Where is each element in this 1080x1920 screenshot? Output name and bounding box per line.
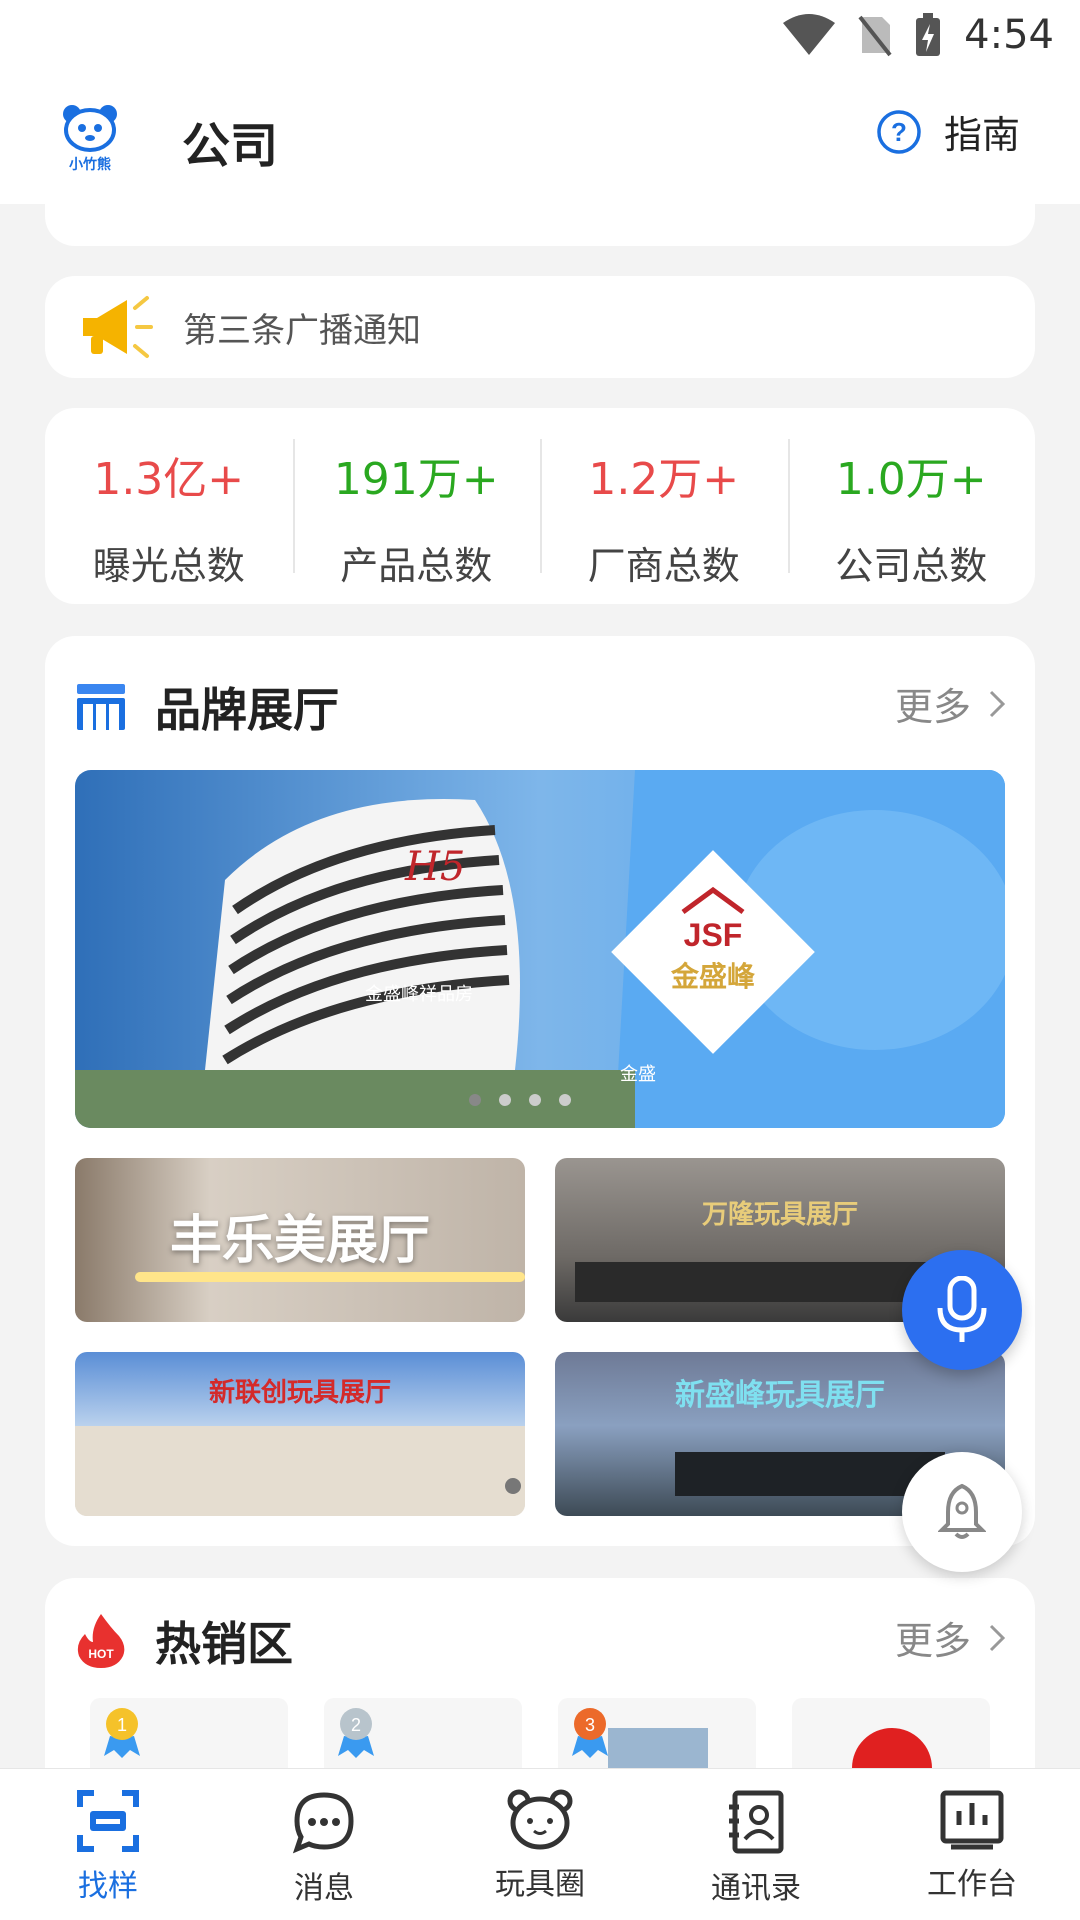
banner-logo-top: JSF: [684, 917, 743, 953]
svg-text:2: 2: [351, 1715, 361, 1735]
broadcast-notice[interactable]: 第三条广播通知: [45, 276, 1035, 378]
svg-text:1: 1: [117, 1715, 127, 1735]
bottom-navigation: 找样 消息 玩具圈 通讯录 工作台: [0, 1768, 1080, 1920]
nav-label: 找样: [78, 1869, 138, 1904]
section-title: 品牌展厅: [155, 683, 339, 737]
rank-badge-bronze-icon: 3: [572, 1708, 608, 1758]
nav-messages[interactable]: 消息: [216, 1769, 432, 1920]
chevron-right-icon: [989, 1624, 1005, 1651]
nav-label: 工作台: [927, 1867, 1017, 1902]
showroom-caption: 新盛峰玩具展厅: [675, 1378, 885, 1413]
brand-hall-header: 品牌展厅: [75, 674, 339, 740]
voice-search-button[interactable]: [902, 1250, 1022, 1370]
stat-products[interactable]: 191万+ 产品总数: [292, 439, 541, 588]
help-circle-icon: ?: [877, 109, 921, 154]
page-title: 公司: [182, 118, 279, 174]
stats-panel: 1.3亿+ 曝光总数 191万+ 产品总数 1.2万+ 厂商总数 1.0万+ 公…: [45, 408, 1035, 604]
stat-value: 191万+: [333, 454, 499, 505]
banner-logo-name: 金盛峰: [670, 960, 755, 993]
nav-toy-circle[interactable]: 玩具圈: [432, 1769, 648, 1920]
logo-text: 小竹熊: [69, 157, 111, 173]
stat-exposure[interactable]: 1.3亿+ 曝光总数: [45, 439, 293, 588]
bear-logo-icon[interactable]: [58, 100, 122, 160]
showroom-thumb[interactable]: 新联创玩具展厅: [75, 1352, 525, 1516]
showroom-caption: 万隆玩具展厅: [701, 1200, 858, 1230]
status-icons: 4:54: [782, 12, 1054, 58]
nav-workbench[interactable]: 工作台: [864, 1769, 1080, 1920]
nav-label: 通讯录: [711, 1871, 801, 1906]
rank-badge-silver-icon: 2: [338, 1708, 374, 1758]
showroom-thumb[interactable]: 丰乐美展厅: [75, 1158, 525, 1322]
guide-label: 指南: [943, 113, 1020, 157]
brand-banner-carousel[interactable]: H5 金盛峰祥品房 JSF 金盛峰 金盛: [75, 770, 1005, 1128]
banner-building-sign: 金盛峰祥品房: [365, 984, 473, 1005]
nav-label: 玩具圈: [495, 1867, 585, 1902]
more-label: 更多: [894, 685, 971, 729]
rank-badge-gold-icon: 1: [104, 1708, 140, 1758]
stat-value: 1.3亿+: [93, 454, 245, 505]
battery-icon: [916, 13, 941, 56]
stat-companies[interactable]: 1.0万+ 公司总数: [787, 439, 1036, 588]
notice-text: 第三条广播通知: [183, 310, 421, 351]
brand-hall-more-link[interactable]: 更多: [895, 676, 1005, 731]
app-header: 小竹熊 公司 ? 指南: [0, 76, 1080, 204]
section-title: 热销区: [155, 1617, 293, 1671]
stat-label: 公司总数: [835, 544, 988, 588]
bear-face-icon: [507, 1789, 573, 1850]
previous-card-bottom: [45, 190, 1035, 246]
stat-manufacturers[interactable]: 1.2万+ 厂商总数: [540, 439, 788, 588]
microphone-icon: [937, 1276, 987, 1342]
wifi-icon: [783, 14, 836, 55]
nav-contacts[interactable]: 通讯录: [648, 1769, 864, 1920]
stat-label: 厂商总数: [587, 544, 740, 588]
status-bar: 4:54: [0, 0, 1080, 76]
hot-sales-more-link[interactable]: 更多: [895, 1610, 1005, 1665]
banner-caption: 金盛: [620, 1064, 656, 1085]
nav-find-samples[interactable]: 找样: [0, 1769, 216, 1920]
chevron-right-icon: [989, 690, 1005, 717]
stat-value: 1.2万+: [588, 454, 740, 505]
no-sim-icon: [858, 15, 892, 57]
hot-badge: HOT: [88, 1647, 114, 1661]
showroom-caption: 丰乐美展厅: [169, 1211, 430, 1271]
dashboard-chart-icon: [940, 1790, 1004, 1850]
nav-label: 消息: [294, 1871, 354, 1906]
showroom-caption: 新联创玩具展厅: [208, 1378, 391, 1408]
stat-label: 产品总数: [340, 544, 493, 588]
stat-label: 曝光总数: [92, 544, 245, 588]
notification-bell-button[interactable]: [902, 1452, 1022, 1572]
hot-sales-header: HOT 热销区: [75, 1608, 293, 1674]
svg-text:?: ?: [891, 117, 907, 147]
fire-hot-icon: HOT: [77, 1614, 125, 1668]
banner-image: H5 金盛峰祥品房 JSF 金盛峰 金盛: [75, 770, 1005, 1128]
more-label: 更多: [894, 1619, 971, 1663]
guide-button[interactable]: ? 指南: [876, 104, 1020, 159]
address-book-icon: [729, 1790, 784, 1854]
bell-icon: [938, 1483, 986, 1539]
banner-sign: H5: [404, 844, 465, 890]
megaphone-icon: [83, 296, 153, 358]
brand-hall-section: 品牌展厅 更多 H5 金盛峰祥品房 JSF 金盛峰 金盛 丰乐美展厅 万隆玩具展…: [45, 636, 1035, 1546]
clock: 4:54: [964, 12, 1054, 58]
scan-icon: [77, 1790, 139, 1852]
showroom-icon: [77, 684, 125, 730]
stat-value: 1.0万+: [835, 454, 987, 505]
svg-text:3: 3: [585, 1715, 595, 1735]
chat-bubble-icon: [292, 1792, 354, 1854]
